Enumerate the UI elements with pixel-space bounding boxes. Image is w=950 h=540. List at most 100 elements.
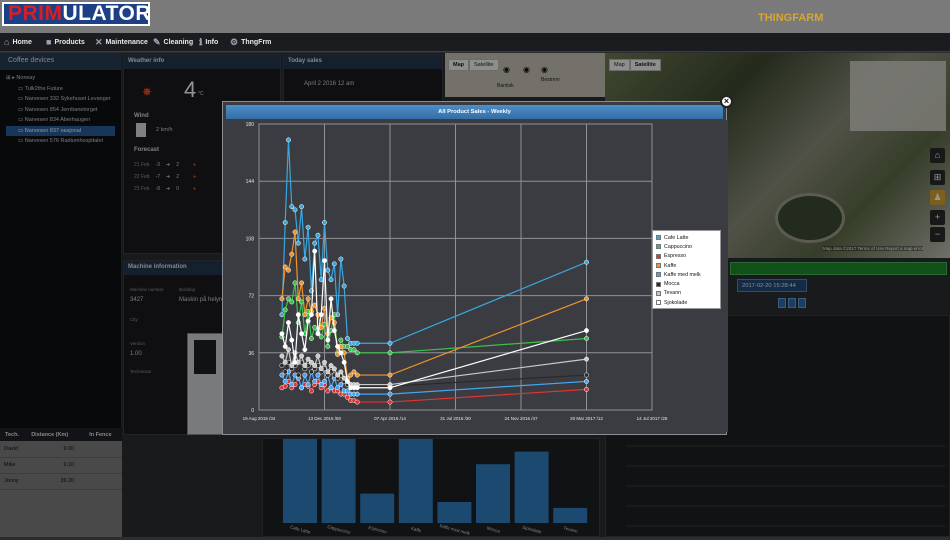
- data-point: [331, 261, 337, 267]
- x-tick-label: 19 Aug 2015 /34: [243, 416, 276, 421]
- close-icon[interactable]: ×: [720, 95, 733, 108]
- x-tick-label: 14 Jul 2017 /28: [637, 416, 668, 421]
- data-point: [292, 229, 298, 235]
- legend-item[interactable]: Cappuccino: [656, 242, 717, 251]
- data-point: [292, 207, 298, 213]
- y-tick-label: 144: [246, 179, 255, 185]
- data-point: [387, 372, 393, 378]
- data-point: [338, 337, 344, 343]
- data-point: [279, 312, 285, 318]
- data-point: [292, 280, 298, 286]
- legend-label: Cafe Latte: [664, 234, 689, 241]
- data-point: [308, 336, 314, 341]
- y-tick-label: 36: [248, 351, 254, 357]
- legend-item[interactable]: Sjokolade: [656, 298, 717, 307]
- data-point: [302, 312, 308, 318]
- legend-item[interactable]: Kaffe: [656, 261, 717, 270]
- data-point: [584, 356, 589, 362]
- data-point: [312, 363, 318, 368]
- data-point: [289, 299, 295, 305]
- legend-item[interactable]: Kaffe med melk: [656, 270, 717, 279]
- main-nav: ⌂ Home ■ Products ✕ Maintenance ✎ Cleaning ℹ Info…: [0, 33, 950, 52]
- data-point: [328, 385, 334, 391]
- data-point: [325, 343, 331, 349]
- data-point: [286, 137, 291, 143]
- data-point: [328, 296, 334, 302]
- legend-label: Kaffe med melk: [664, 271, 701, 278]
- primulator-logo[interactable]: PRIMULATOR: [2, 2, 151, 26]
- data-point: [305, 296, 311, 302]
- data-point: [341, 359, 347, 365]
- legend-label: Espresso: [664, 253, 687, 260]
- nav-thngfrm[interactable]: ⚙ ThngFrm: [230, 37, 271, 48]
- data-point: [312, 248, 318, 254]
- data-point: [295, 372, 301, 378]
- nav-maintenance[interactable]: ✕ Maintenance: [95, 37, 148, 48]
- data-point: [335, 343, 341, 349]
- nav-products[interactable]: ■ Products: [46, 37, 85, 47]
- legend-swatch: [656, 290, 661, 296]
- data-point: [344, 378, 350, 384]
- data-point: [299, 204, 305, 210]
- data-point: [282, 307, 288, 313]
- data-point: [289, 251, 295, 257]
- x-tick-label: 20 Mar 2017 /12: [570, 416, 603, 421]
- data-point: [354, 399, 360, 405]
- legend-label: Kaffe: [664, 262, 677, 269]
- data-point: [302, 363, 308, 368]
- nav-label: ThngFrm: [241, 39, 272, 46]
- data-point: [282, 383, 288, 389]
- data-point: [312, 378, 318, 384]
- data-point: [299, 331, 305, 337]
- data-point: [584, 296, 589, 302]
- data-point: [387, 399, 393, 405]
- data-point: [289, 337, 295, 343]
- data-point: [308, 312, 314, 318]
- data-point: [305, 318, 311, 324]
- data-point: [312, 240, 318, 246]
- nav-info[interactable]: ℹ Info: [199, 37, 218, 48]
- data-point: [328, 277, 334, 283]
- data-point: [331, 328, 337, 334]
- data-point: [282, 359, 288, 365]
- data-point: [387, 385, 393, 391]
- data-point: [322, 220, 327, 225]
- legend-item[interactable]: Mocca: [656, 279, 717, 288]
- thingfarm-icon: ⚙: [230, 37, 239, 47]
- info-icon: ℹ: [199, 37, 203, 47]
- data-point: [305, 224, 311, 230]
- legend-swatch: [656, 235, 661, 241]
- data-point: [354, 391, 360, 397]
- legend-swatch: [656, 253, 661, 259]
- data-point: [315, 331, 321, 337]
- legend-item[interactable]: Espresso: [656, 252, 717, 261]
- data-point: [344, 336, 350, 341]
- chart-legend: Cafe Latte Cappuccino Espresso Kaffe Kaffe m…: [652, 230, 721, 309]
- data-point: [282, 343, 288, 349]
- legend-item[interactable]: Tevann: [656, 289, 717, 298]
- data-point: [387, 350, 393, 356]
- data-point: [325, 337, 331, 343]
- y-tick-label: 72: [248, 294, 254, 300]
- nav-cleaning[interactable]: ✎ Cleaning: [153, 37, 193, 48]
- data-point: [279, 331, 285, 337]
- nav-label: Info: [205, 39, 219, 46]
- data-point: [354, 372, 360, 378]
- data-point: [354, 350, 360, 356]
- data-point: [338, 350, 344, 356]
- data-point: [341, 283, 347, 289]
- header-bar: PRIMULATOR THINGFARM: [0, 0, 950, 33]
- wrench-icon: ✕: [95, 37, 103, 47]
- y-tick-label: 108: [246, 236, 255, 242]
- legend-item[interactable]: Cafe Latte: [656, 233, 717, 242]
- data-point: [338, 256, 344, 262]
- data-point: [282, 369, 288, 375]
- y-tick-label: 0: [251, 408, 254, 414]
- legend-swatch: [656, 281, 661, 287]
- x-tick-label: 31 Jul 2016 /30: [440, 416, 471, 421]
- nav-home[interactable]: ⌂ Home: [4, 37, 32, 47]
- legend-swatch: [656, 300, 661, 306]
- data-point: [354, 385, 360, 391]
- data-point: [302, 347, 308, 353]
- data-point: [387, 340, 393, 346]
